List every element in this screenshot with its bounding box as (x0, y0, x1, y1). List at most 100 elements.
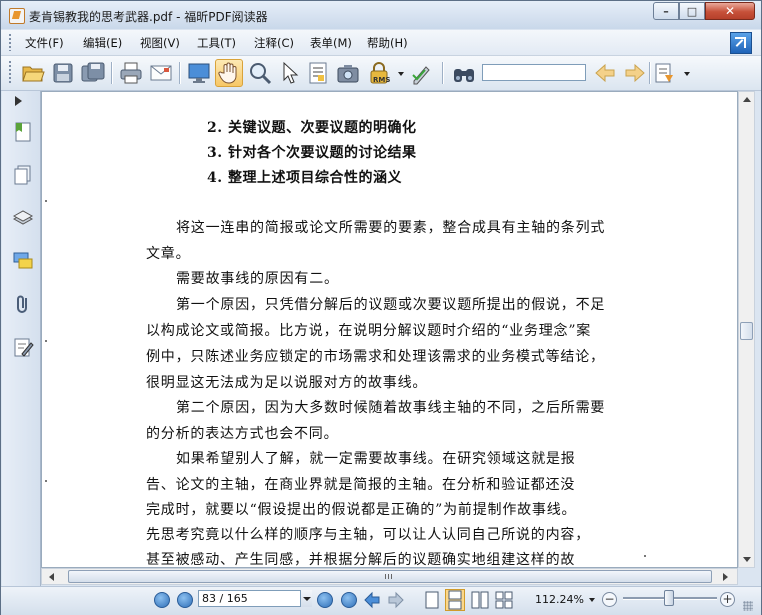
zoom-tool-icon[interactable] (248, 61, 272, 85)
page-mark (45, 340, 47, 342)
page-number-field[interactable]: 83 / 165 (198, 590, 310, 607)
menu-edit[interactable]: 编辑(E) (83, 35, 122, 51)
close-button[interactable]: ✕ (705, 2, 755, 20)
doc-line: 完成时，就要以“假设提出的假说都是正确的”为前提制作故事线。 (146, 502, 577, 518)
email-icon[interactable] (149, 61, 173, 85)
rms-lock-button[interactable]: RMS (367, 61, 404, 85)
scroll-right-icon[interactable] (723, 573, 728, 581)
comments-icon[interactable] (12, 250, 34, 272)
first-page-icon[interactable] (154, 592, 170, 608)
next-page-icon[interactable] (317, 592, 333, 608)
doc-line: 将这一连串的简报或论文所需要的要素，整合成具有主轴的条列式 (176, 220, 606, 236)
scroll-left-icon[interactable] (49, 573, 54, 581)
go-back-icon[interactable] (363, 591, 381, 609)
doc-line: 先思考究竟以什么样的顺序与主轴，可以让人认同自己所说的内容， (146, 527, 590, 543)
hand-tool-icon (218, 62, 237, 84)
title-bar: 麦肯锡教我的思考武器.pdf - 福昕PDF阅读器 – □ ✕ (1, 1, 761, 29)
rms-label: RMS (373, 76, 391, 84)
window-title: 麦肯锡教我的思考武器.pdf - 福昕PDF阅读器 (29, 10, 268, 24)
doc-line: 3. 针对各个次要议题的讨论结果 (207, 145, 417, 161)
save-icon[interactable] (51, 61, 75, 85)
continuous-facing-icon[interactable] (495, 591, 513, 609)
previous-page-icon[interactable] (177, 592, 193, 608)
doc-line: 2. 关键议题、次要议题的明确化 (207, 120, 417, 136)
page-mark (644, 555, 646, 557)
vertical-scroll-thumb[interactable] (740, 322, 753, 340)
facing-page-icon[interactable] (471, 591, 489, 609)
rms-dropdown-icon[interactable] (398, 72, 404, 76)
toolbar-separator (111, 62, 113, 84)
toolbar-grip[interactable] (9, 61, 11, 85)
menu-grip[interactable] (9, 34, 11, 51)
signatures-icon[interactable] (12, 336, 34, 358)
menu-tools[interactable]: 工具(T) (197, 35, 236, 51)
text-select-icon[interactable] (306, 61, 330, 85)
search-prev-icon[interactable] (593, 61, 617, 85)
app-window: 麦肯锡教我的思考武器.pdf - 福昕PDF阅读器 – □ ✕ 文件(F) 编辑… (0, 0, 762, 615)
menu-file[interactable]: 文件(F) (25, 35, 64, 51)
doc-line: 甚至被感动、产生同感，并根据分解后的议题确实地组建这样的故 (146, 552, 576, 568)
last-page-icon[interactable] (341, 592, 357, 608)
toolbar-separator (179, 62, 181, 84)
zoom-out-icon[interactable]: − (602, 592, 617, 607)
expand-panel-icon[interactable] (15, 96, 22, 106)
vertical-scrollbar[interactable] (738, 91, 755, 568)
doc-line: 以构成论文或简报。比方说，在说明分解议题时介绍的“业务理念”案 (146, 323, 592, 339)
doc-line: 例中，只陈述业务应锁定的市场需求和处理该需求的业务模式等结论， (146, 349, 605, 365)
highlight-button[interactable] (653, 61, 690, 85)
page-mark (45, 200, 47, 202)
menu-view[interactable]: 视图(V) (140, 35, 180, 51)
restore-layout-icon[interactable] (730, 32, 752, 54)
toolbar-separator (442, 62, 444, 84)
doc-line: 很明显这无法成为足以说服对方的故事线。 (146, 375, 428, 391)
sign-icon[interactable] (410, 61, 434, 85)
doc-line: 文章。 (146, 246, 191, 262)
menu-help[interactable]: 帮助(H) (367, 35, 408, 51)
menu-comments[interactable]: 注释(C) (254, 35, 294, 51)
attachments-icon[interactable] (12, 293, 34, 315)
single-page-icon[interactable] (424, 591, 440, 609)
hand-tool-button[interactable] (215, 59, 243, 87)
scroll-down-icon[interactable] (743, 557, 751, 562)
doc-line: 如果希望别人了解，就一定需要故事线。在研究领域这就是报 (176, 451, 576, 467)
doc-line: 的分析的表达方式也会不同。 (146, 426, 339, 442)
doc-line: 第一个原因，只凭借分解后的议题或次要议题所提出的假说，不足 (176, 297, 606, 313)
minimize-icon: – (663, 4, 669, 18)
snapshot-icon[interactable] (336, 61, 360, 85)
fullscreen-icon[interactable] (187, 61, 211, 85)
find-input[interactable] (482, 64, 586, 81)
go-forward-icon[interactable] (387, 591, 405, 609)
doc-line: 需要故事线的原因有二。 (176, 271, 339, 287)
open-folder-icon[interactable] (21, 61, 45, 85)
menu-bar: 文件(F) 编辑(E) 视图(V) 工具(T) 注释(C) 表单(M) 帮助(H… (1, 30, 761, 56)
page-dropdown-icon[interactable] (300, 590, 312, 607)
close-icon: ✕ (724, 4, 736, 18)
bookmarks-icon[interactable] (12, 121, 34, 143)
layers-icon[interactable] (12, 207, 34, 229)
menu-forms[interactable]: 表单(M) (310, 35, 352, 51)
zoom-dropdown-icon[interactable] (589, 598, 595, 602)
horizontal-scrollbar[interactable] (41, 568, 738, 585)
page-mark (45, 480, 47, 482)
print-icon[interactable] (119, 61, 143, 85)
doc-line: 第二个原因，因为大多数时候随着故事线主轴的不同，之后所需要 (176, 400, 606, 416)
continuous-page-icon[interactable] (445, 589, 465, 611)
find-binoculars-icon[interactable] (452, 61, 476, 85)
search-next-icon[interactable] (623, 61, 647, 85)
maximize-button[interactable]: □ (679, 2, 705, 20)
pages-icon[interactable] (12, 164, 34, 186)
resize-grip[interactable] (743, 601, 753, 611)
scroll-up-icon[interactable] (743, 97, 751, 102)
maximize-icon: □ (686, 4, 698, 18)
main-toolbar: RMS (1, 56, 761, 91)
zoom-slider-thumb[interactable] (664, 590, 674, 606)
highlight-dropdown-icon[interactable] (684, 72, 690, 76)
zoom-in-icon[interactable]: + (720, 592, 735, 607)
save-as-icon[interactable] (81, 61, 105, 85)
foxit-app-icon (9, 8, 25, 24)
status-bar: 83 / 165 112.24% − + (1, 586, 761, 615)
document-view[interactable]: 2. 关键议题、次要议题的明确化 3. 针对各个次要议题的讨论结果 4. 整理上… (41, 91, 738, 568)
select-arrow-icon[interactable] (278, 61, 302, 85)
minimize-button[interactable]: – (653, 2, 679, 20)
horizontal-scroll-thumb[interactable] (68, 570, 712, 583)
